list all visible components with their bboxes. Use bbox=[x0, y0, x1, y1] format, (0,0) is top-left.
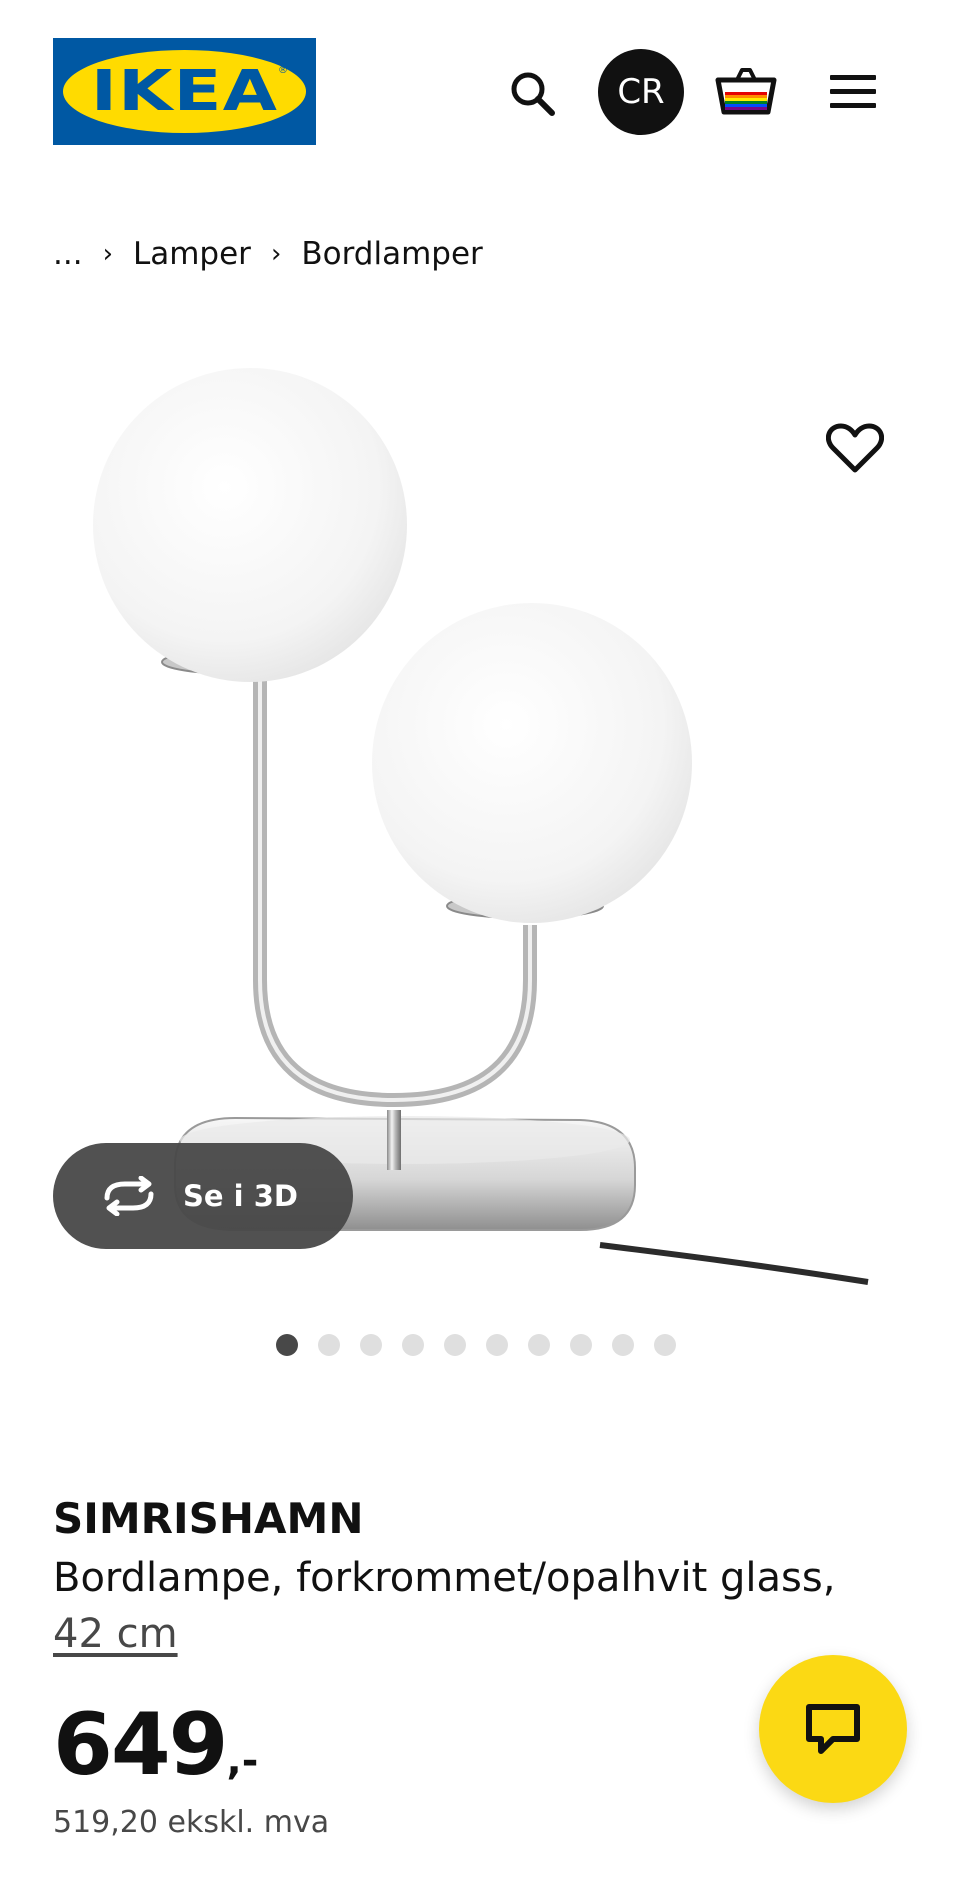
carousel-dot[interactable] bbox=[486, 1334, 508, 1356]
carousel-dot[interactable] bbox=[528, 1334, 550, 1356]
carousel-dot[interactable] bbox=[612, 1334, 634, 1356]
product-measure-link[interactable]: 42 cm bbox=[53, 1611, 178, 1657]
price-integer: 649 bbox=[53, 1695, 229, 1795]
chevron-right-icon: › bbox=[102, 239, 113, 269]
logo-trademark: ® bbox=[278, 65, 288, 76]
avatar[interactable]: CR bbox=[598, 49, 684, 135]
menu-icon[interactable] bbox=[830, 72, 876, 112]
chat-button[interactable] bbox=[759, 1655, 907, 1803]
chat-icon bbox=[806, 1704, 860, 1754]
basket-icon[interactable] bbox=[715, 66, 777, 118]
price-ex-vat: 519,20 ekskl. mva bbox=[53, 1805, 330, 1840]
carousel-pagination bbox=[276, 1334, 676, 1356]
view-3d-button[interactable]: Se i 3D bbox=[53, 1143, 353, 1249]
search-icon[interactable] bbox=[505, 66, 561, 122]
carousel-dot[interactable] bbox=[654, 1334, 676, 1356]
breadcrumb-item-bordlamper[interactable]: Bordlamper bbox=[301, 236, 482, 272]
carousel-dot[interactable] bbox=[444, 1334, 466, 1356]
breadcrumb: ... › Lamper › Bordlamper bbox=[53, 234, 483, 274]
carousel-dot[interactable] bbox=[402, 1334, 424, 1356]
price-suffix: ,- bbox=[226, 1738, 259, 1784]
view-3d-label: Se i 3D bbox=[183, 1179, 298, 1213]
chevron-right-icon: › bbox=[270, 239, 282, 269]
carousel-dot[interactable] bbox=[276, 1334, 298, 1356]
rotate-3d-icon bbox=[104, 1176, 154, 1216]
breadcrumb-ellipsis[interactable]: ... bbox=[53, 236, 83, 272]
product-type: Bordlampe, forkrommet/opalhvit glass, bbox=[53, 1555, 836, 1601]
product-description: Bordlampe, forkrommet/opalhvit glass, 42… bbox=[53, 1550, 883, 1662]
breadcrumb-item-lamper[interactable]: Lamper bbox=[133, 236, 251, 272]
carousel-dot[interactable] bbox=[360, 1334, 382, 1356]
ikea-logo[interactable]: IKEA ® bbox=[53, 38, 316, 145]
carousel-dot[interactable] bbox=[318, 1334, 340, 1356]
heart-icon[interactable] bbox=[825, 422, 885, 474]
carousel-dot[interactable] bbox=[570, 1334, 592, 1356]
logo-text: IKEA bbox=[90, 59, 279, 124]
product-price: 649 ,- bbox=[53, 1695, 258, 1795]
product-name: SIMRISHAMN bbox=[53, 1494, 364, 1543]
